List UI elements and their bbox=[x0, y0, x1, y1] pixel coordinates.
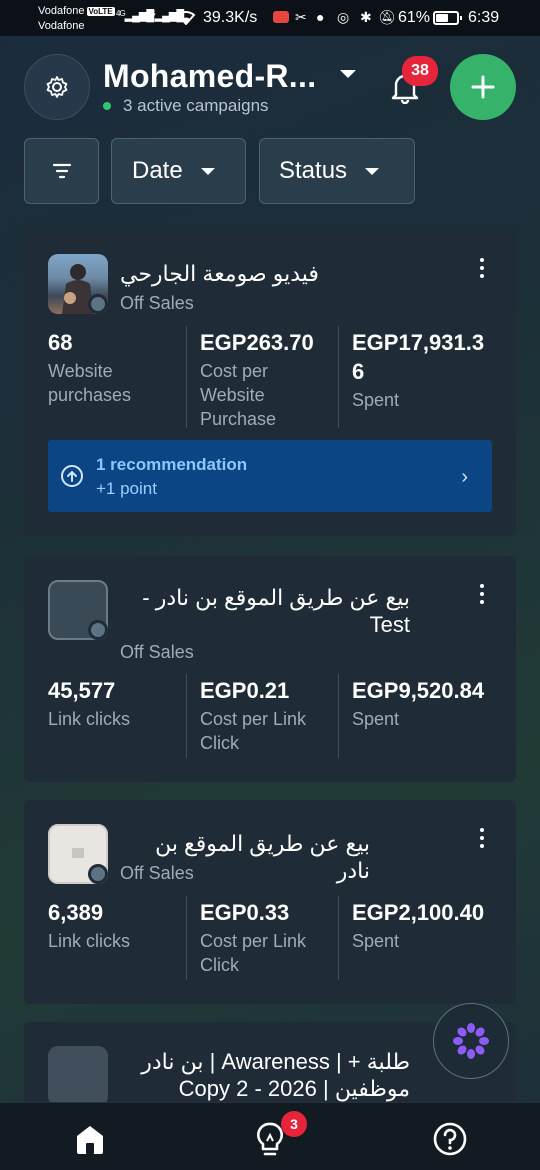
carrier-1: Vodafone bbox=[38, 5, 85, 17]
sparkle-flower-icon bbox=[453, 1023, 489, 1059]
whatsapp-icon: ◎ bbox=[337, 9, 350, 25]
network-speed: 39.3K/s bbox=[203, 9, 258, 26]
bottom-navigation: 3 bbox=[0, 1102, 540, 1170]
battery-percent: 61% bbox=[398, 9, 431, 26]
ai-assistant-button[interactable] bbox=[433, 1003, 509, 1079]
status-bar: Vodafone VoLTE Vodafone 4G▂▄▆█ 3G▂▄▆█ 39.… bbox=[0, 0, 540, 36]
status-indicator bbox=[88, 294, 108, 314]
campaign-card[interactable]: فيديو صومعة الجارحي Off Sales 68 Website… bbox=[24, 230, 516, 536]
divider bbox=[186, 326, 187, 428]
notification-count-badge: 38 bbox=[402, 56, 438, 86]
settings-button[interactable] bbox=[24, 54, 90, 120]
date-filter-dropdown[interactable]: Date bbox=[111, 138, 246, 204]
date-filter-label: Date bbox=[132, 157, 183, 184]
metric-cost-per-result: EGP0.21 Cost per Link Click bbox=[200, 678, 307, 753]
status-indicator bbox=[88, 864, 108, 884]
filter-icon bbox=[52, 163, 71, 179]
more-options-icon[interactable] bbox=[480, 828, 486, 852]
status-filter-label: Status bbox=[279, 157, 348, 184]
carrier-2: Vodafone bbox=[38, 20, 85, 32]
nav-home[interactable] bbox=[70, 1119, 110, 1159]
campaign-thumbnail bbox=[48, 1046, 108, 1102]
more-options-icon[interactable] bbox=[480, 584, 486, 608]
divider bbox=[186, 896, 187, 980]
metric-spent: EGP2,100.40 Spent bbox=[352, 900, 485, 951]
metric-cost-per-result: EGP0.33 Cost per Link Click bbox=[200, 900, 307, 975]
active-status-dot bbox=[103, 102, 111, 110]
carrier-info: Vodafone VoLTE Vodafone bbox=[38, 4, 115, 34]
campaign-card[interactable]: بيع عن طريق الموقع بن نادر Off Sales 6,3… bbox=[24, 800, 516, 1004]
campaign-card[interactable]: بيع عن طريق الموقع بن نادر - Test Off Sa… bbox=[24, 556, 516, 782]
clock: 6:39 bbox=[468, 9, 500, 26]
metric-results: 68 Website purchases bbox=[48, 330, 132, 405]
mute-bell-icon: 🔕︎ bbox=[378, 9, 396, 25]
chevron-right-icon: › bbox=[461, 466, 468, 488]
volte-badge: VoLTE bbox=[86, 7, 115, 16]
campaign-title: طلبة + | Awareness | بن نادر موظفين | 20… bbox=[141, 1049, 410, 1101]
campaign-title: فيديو صومعة الجارحي bbox=[120, 261, 319, 286]
filter-button[interactable] bbox=[24, 138, 99, 204]
chevron-down-icon bbox=[200, 167, 215, 175]
campaign-status: Off Sales bbox=[120, 863, 194, 883]
campaign-status: Off Sales bbox=[120, 293, 194, 313]
recommendation-points: +1 point bbox=[96, 479, 157, 498]
campaign-status: Off Sales bbox=[120, 642, 194, 662]
divider bbox=[338, 326, 339, 428]
app-notification-icon bbox=[273, 11, 289, 23]
metric-cost-per-result: EGP263.70 Cost per Website Purchase bbox=[200, 330, 314, 429]
status-indicator bbox=[88, 620, 108, 640]
metric-results: 6,389 Link clicks bbox=[48, 900, 131, 951]
bluetooth-icon: ✱ bbox=[360, 9, 372, 25]
recommendation-banner[interactable]: 1 recommendation +1 point › bbox=[48, 440, 492, 512]
gear-icon bbox=[46, 76, 68, 98]
status-filter-dropdown[interactable]: Status bbox=[259, 138, 415, 204]
chevron-down-icon bbox=[365, 167, 380, 175]
metric-spent: EGP17,931.36 Spent bbox=[352, 330, 485, 410]
account-name[interactable]: Mohamed-R... bbox=[103, 58, 316, 95]
recommendation-title: 1 recommendation bbox=[96, 455, 248, 474]
metric-spent: EGP9,520.84 Spent bbox=[352, 678, 485, 729]
divider bbox=[338, 896, 339, 980]
wifi-icon bbox=[176, 9, 196, 28]
battery-icon bbox=[433, 11, 462, 25]
metric-results: 45,577 Link clicks bbox=[48, 678, 131, 729]
home-icon bbox=[77, 1126, 103, 1154]
nav-help[interactable] bbox=[430, 1119, 470, 1159]
chevron-down-icon[interactable] bbox=[340, 70, 356, 78]
arrow-up-circle-icon bbox=[61, 465, 83, 487]
create-campaign-button[interactable] bbox=[450, 54, 516, 120]
link-icon: ✂ bbox=[295, 9, 307, 25]
chat-icon: ● bbox=[316, 9, 325, 25]
help-icon bbox=[433, 1122, 467, 1156]
active-campaigns-text: 3 active campaigns bbox=[123, 96, 269, 115]
ideas-count-badge: 3 bbox=[281, 1111, 307, 1137]
divider bbox=[186, 674, 187, 758]
plus-icon bbox=[471, 75, 495, 99]
more-options-icon[interactable] bbox=[480, 258, 486, 282]
campaign-title: بيع عن طريق الموقع بن نادر - Test bbox=[142, 585, 410, 637]
divider bbox=[338, 674, 339, 758]
